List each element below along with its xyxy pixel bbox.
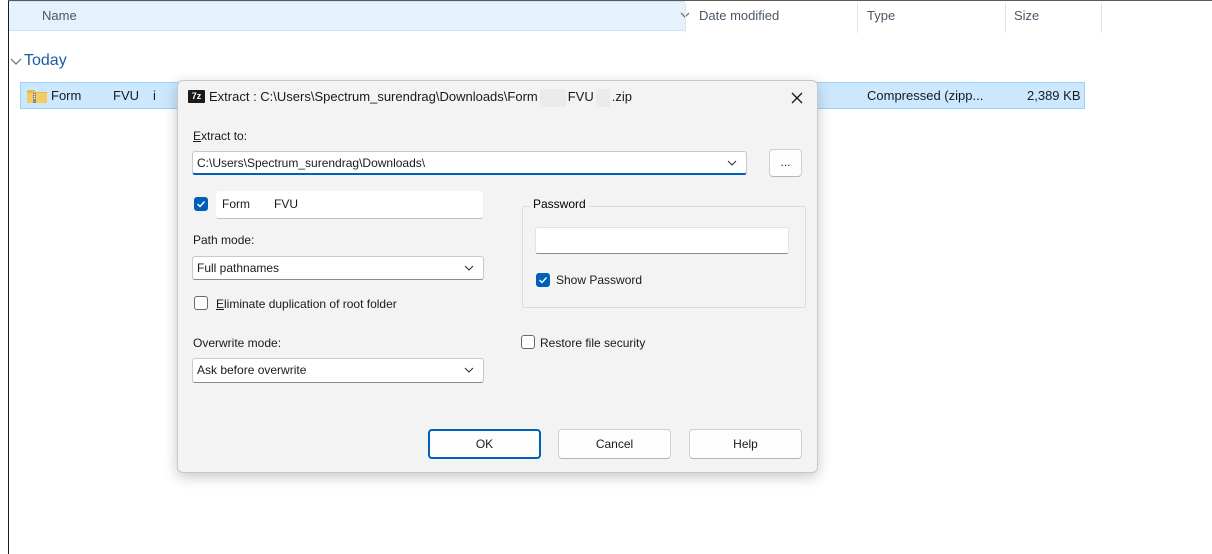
chevron-down-icon[interactable] [726,158,738,168]
overwrite-mode-label: Overwrite mode: [193,336,282,350]
file-name-part3: i [153,88,156,103]
file-name-part2: FVU [113,88,139,103]
title-suffix: .zip [611,89,632,104]
restore-security-label[interactable]: Restore file security [540,336,645,350]
column-separator[interactable] [857,3,858,33]
title-prefix: Extract : C:\Users\Spectrum_surendrag\Do… [209,89,538,104]
extract-to-combobox[interactable]: C:\Users\Spectrum_surendrag\Downloads\ [192,151,747,175]
overwrite-mode-select[interactable]: Ask before overwrite [192,358,484,383]
dialog-title: Extract : C:\Users\Spectrum_surendrag\Do… [209,81,632,113]
cancel-button[interactable]: Cancel [558,429,671,459]
restore-security-checkbox[interactable] [521,335,535,349]
chevron-down-icon [464,367,474,373]
folder-name-field[interactable]: Form FVU [216,191,483,219]
column-size[interactable]: Size [1014,1,1039,31]
chevron-down-icon [10,58,22,65]
folder-name-checkbox[interactable] [194,197,208,211]
eliminate-duplication-checkbox[interactable] [194,296,208,310]
7zip-app-icon: 7z [188,90,205,103]
extract-to-label: Extract to: [193,129,248,143]
redacted-block [539,88,566,107]
extract-to-value: C:\Users\Spectrum_surendrag\Downloads\ [197,156,426,170]
group-label: Today [24,52,67,69]
redacted-block [595,88,610,107]
path-mode-value: Full pathnames [197,261,280,275]
explorer-column-header: Name Date modified Type Size [9,1,1212,33]
path-mode-label: Path mode: [193,233,255,247]
title-mid: FVU [567,89,594,104]
column-date-modified[interactable]: Date modified [699,1,779,31]
column-type[interactable]: Type [867,1,895,31]
file-type: Compressed (zipp... [867,88,984,103]
password-input[interactable] [535,227,789,254]
folder-name-part2: FVU [274,197,298,211]
eliminate-duplication-label[interactable]: Eliminate duplication of root folder [216,297,397,311]
checkmark-icon [539,277,548,284]
checkmark-icon [197,201,206,208]
window-left-border [8,0,9,554]
column-name-header[interactable] [9,1,685,31]
password-group-label: Password [530,197,589,211]
chevron-down-icon [464,265,474,271]
path-mode-select[interactable]: Full pathnames [192,256,484,280]
column-separator[interactable] [1005,3,1006,33]
folder-name-part1: Form [222,197,250,211]
file-size: 2,389 KB [1027,88,1081,103]
column-name-label: Name [42,8,77,23]
close-icon[interactable] [785,86,809,110]
overwrite-mode-value: Ask before overwrite [197,363,307,377]
group-header-today[interactable]: Today [10,49,67,73]
column-separator[interactable] [1101,3,1102,33]
dialog-titlebar[interactable]: 7z Extract : C:\Users\Spectrum_surendrag… [178,81,817,113]
ok-button[interactable]: OK [428,429,541,459]
browse-button[interactable]: ... [769,149,802,177]
help-button[interactable]: Help [689,429,802,459]
extract-dialog: 7z Extract : C:\Users\Spectrum_surendrag… [177,80,818,473]
file-name-part1: Form [51,88,82,103]
show-password-checkbox[interactable] [536,273,550,287]
zip-folder-icon [27,90,47,103]
password-groupbox [522,206,806,308]
column-separator[interactable] [685,3,686,33]
show-password-label[interactable]: Show Password [556,273,642,287]
